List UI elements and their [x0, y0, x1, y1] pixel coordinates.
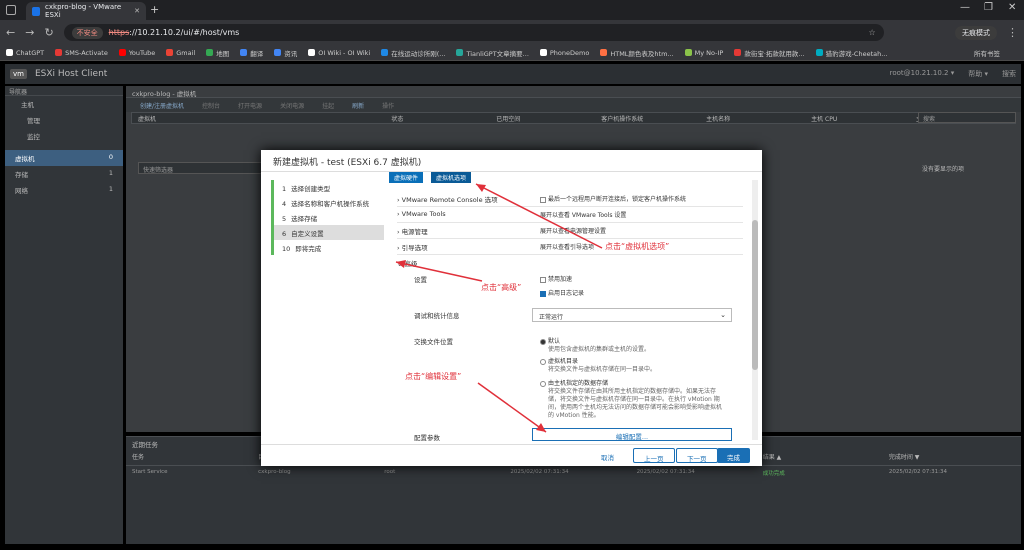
arrowhead-advanced — [396, 260, 406, 268]
arrow-edit-settings — [477, 382, 547, 433]
arrowhead-edit-settings — [536, 423, 546, 432]
arrow-vm-options — [475, 183, 603, 249]
annotation-arrows — [395, 183, 603, 433]
annotation-vm-options: 点击“虚拟机选项” — [605, 242, 670, 251]
annotation-edit-settings: 点击“编辑设置” — [405, 372, 462, 381]
annotation-advanced: 点击“高级” — [481, 283, 522, 292]
arrow-advanced — [395, 261, 483, 282]
